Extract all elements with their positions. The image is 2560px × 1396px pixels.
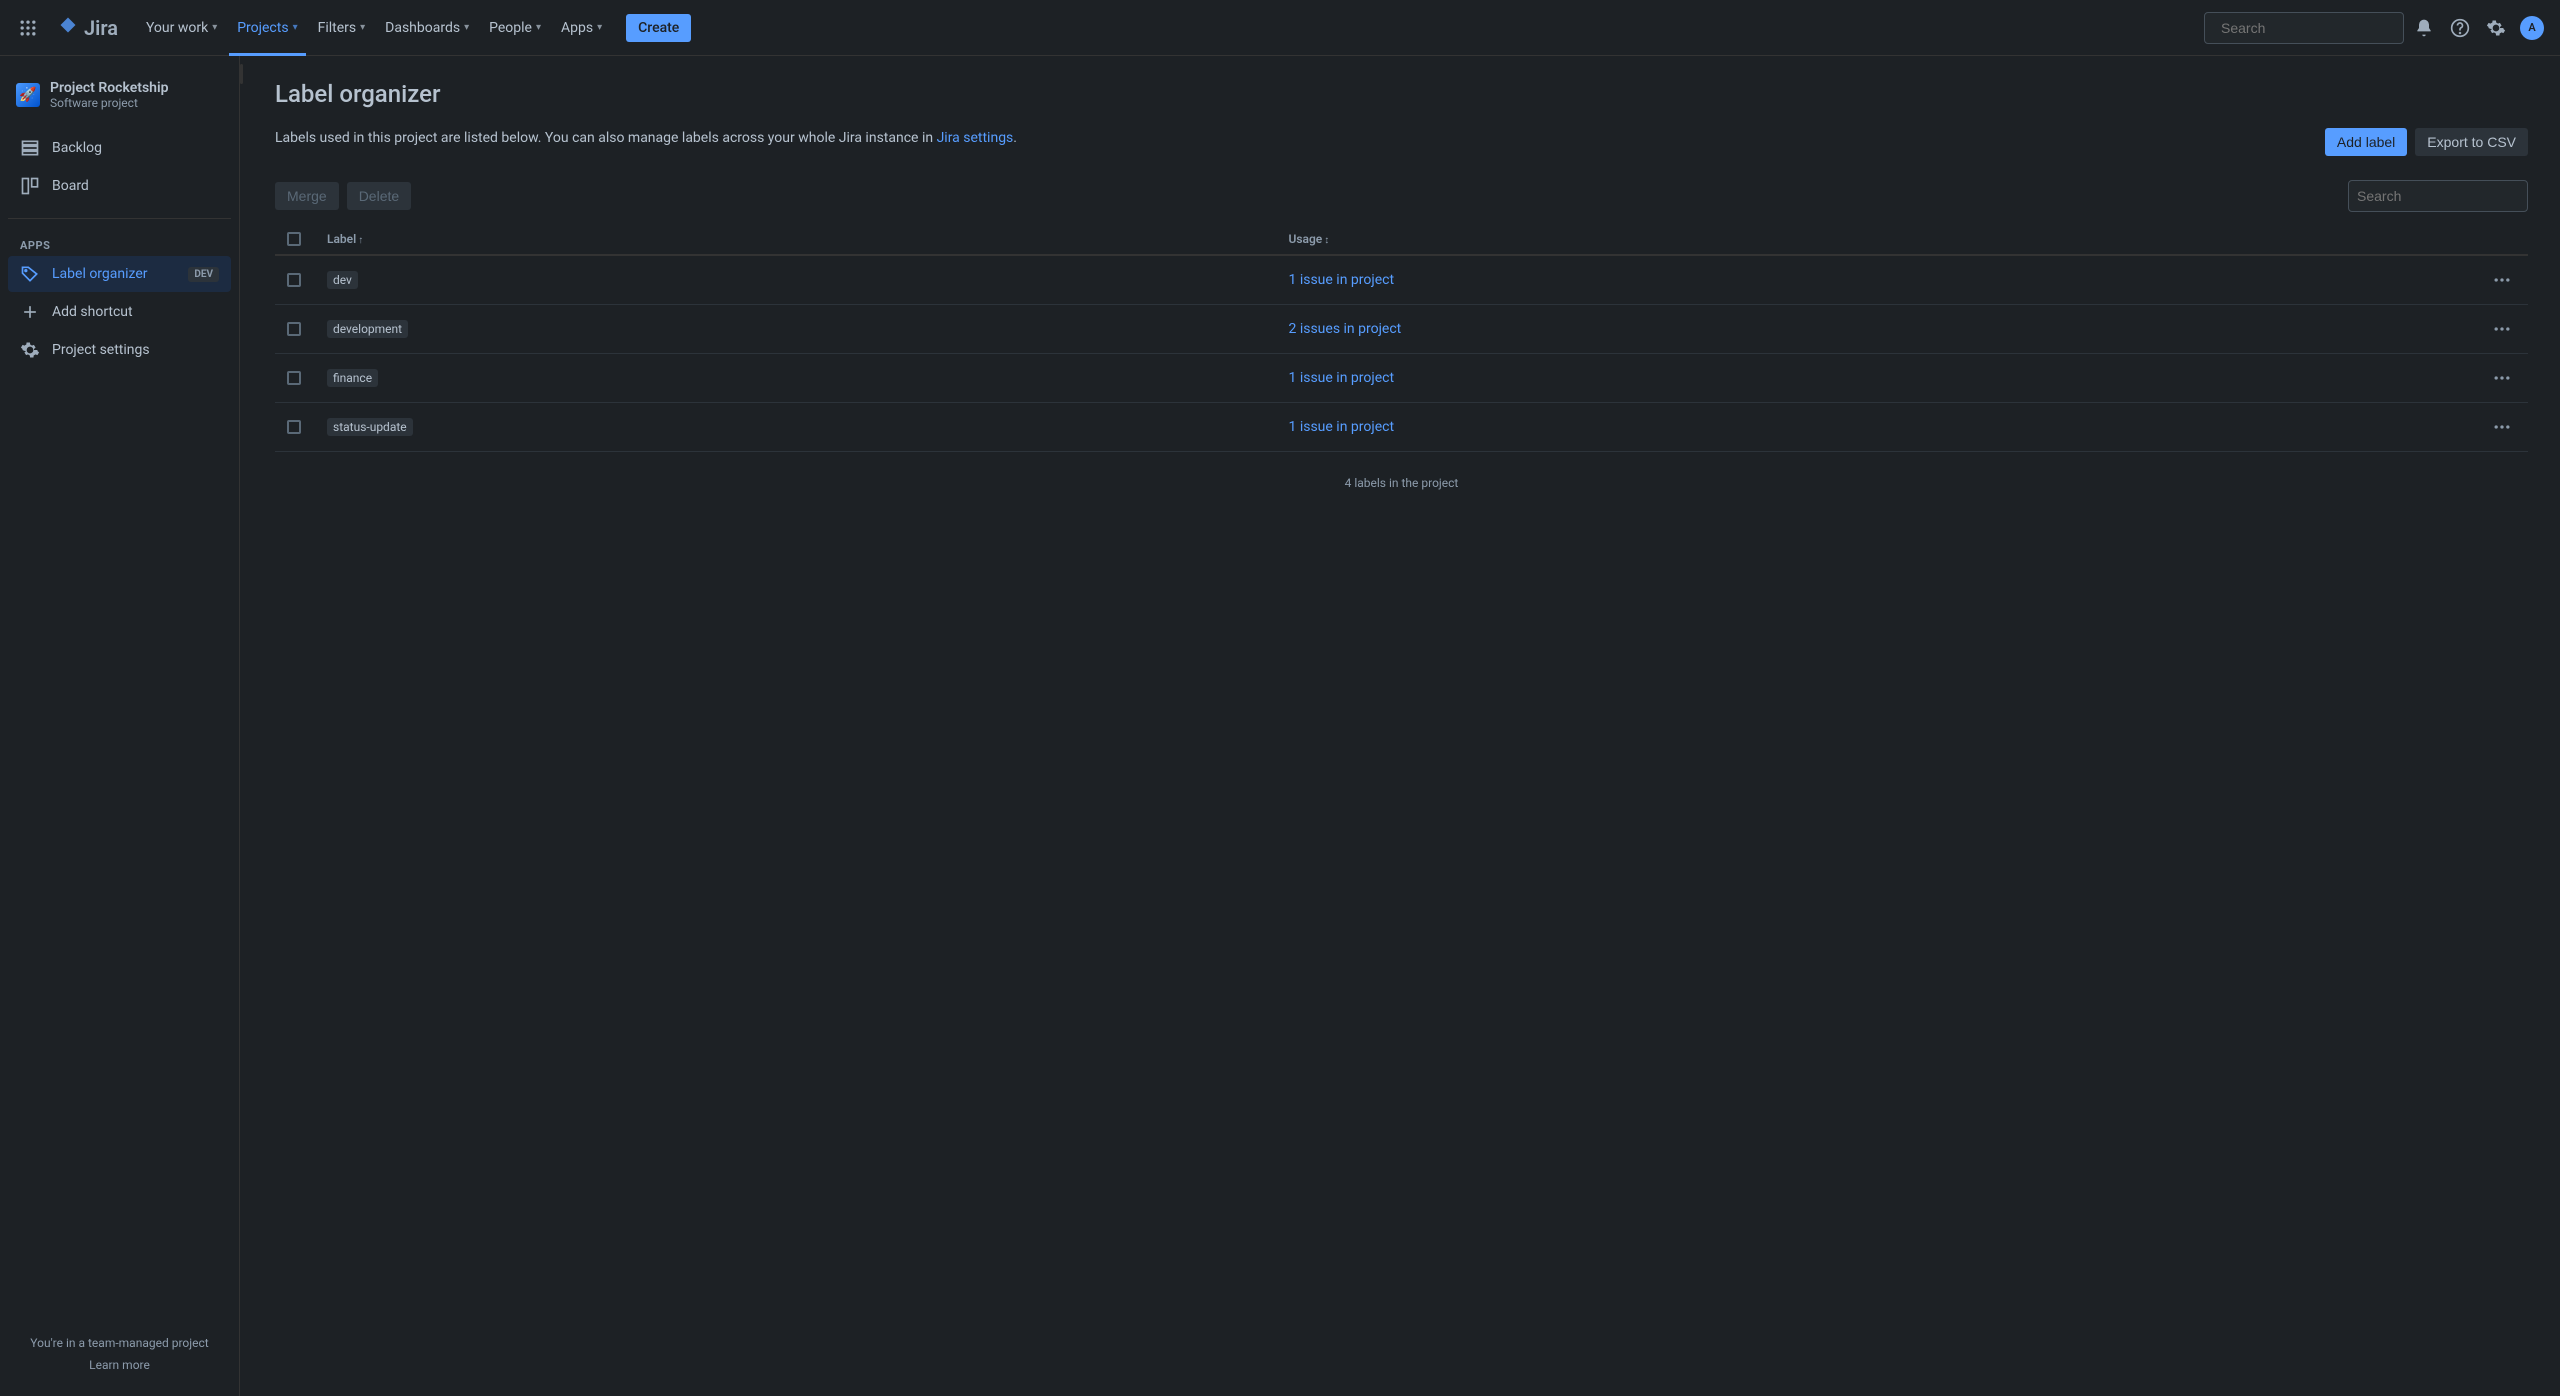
chevron-down-icon: ▾ [212,22,217,33]
project-type: Software project [50,96,168,110]
sidebar-item-add-shortcut[interactable]: Add shortcut [8,294,231,330]
create-button[interactable]: Create [626,14,691,42]
main-content: Label organizer Labels used in this proj… [243,56,2560,1396]
nav-filters[interactable]: Filters▾ [310,14,374,42]
sidebar-item-backlog[interactable]: Backlog [8,130,231,166]
export-csv-button[interactable]: Export to CSV [2415,128,2528,156]
nav-projects[interactable]: Projects▾ [229,14,305,42]
sidebar-item-board[interactable]: Board [8,168,231,204]
divider [8,218,231,219]
table-row: status-update 1 issue in project [275,403,2528,452]
avatar[interactable]: A [2516,12,2548,44]
gear-icon [20,340,40,360]
chevron-down-icon: ▾ [293,22,298,33]
top-nav: Jira Your work▾ Projects▾ Filters▾ Dashb… [0,0,2560,56]
usage-link[interactable]: 1 issue in project [1288,419,1394,435]
column-label[interactable]: Label↑ [315,224,1276,255]
chevron-down-icon: ▾ [597,22,602,33]
label-tag: development [327,320,408,338]
global-search[interactable] [2204,12,2404,44]
sidebar-item-label: Backlog [52,140,102,156]
row-checkbox[interactable] [287,322,301,336]
apps-section-label: APPS [8,231,231,256]
nav-people[interactable]: People▾ [481,14,549,42]
row-more-button[interactable] [2488,266,2516,294]
row-checkbox[interactable] [287,420,301,434]
learn-more-link[interactable]: Learn more [16,1358,223,1372]
logo-text: Jira [84,16,118,40]
select-all-checkbox[interactable] [287,232,301,246]
usage-link[interactable]: 2 issues in project [1288,321,1401,337]
delete-button: Delete [347,182,411,210]
sort-asc-icon: ↑ [358,235,363,246]
row-more-button[interactable] [2488,413,2516,441]
row-checkbox[interactable] [287,273,301,287]
team-managed-text: You're in a team-managed project [16,1336,223,1350]
sidebar-resize-handle[interactable] [240,56,243,1396]
row-checkbox[interactable] [287,371,301,385]
rocket-icon: 🚀 [16,83,40,107]
backlog-icon [20,138,40,158]
table-row: dev 1 issue in project [275,255,2528,305]
column-usage[interactable]: Usage↕ [1276,224,2476,255]
usage-link[interactable]: 1 issue in project [1288,272,1394,288]
nav-apps[interactable]: Apps▾ [553,14,610,42]
add-label-button[interactable]: Add label [2325,128,2407,156]
sort-icon: ↕ [1324,235,1329,246]
nav-right: A [2204,12,2548,44]
settings-icon[interactable] [2480,12,2512,44]
table-footer: 4 labels in the project [275,452,2528,514]
global-search-input[interactable] [2221,20,2402,36]
merge-button: Merge [275,182,339,210]
nav-dashboards[interactable]: Dashboards▾ [377,14,477,42]
table-row: development 2 issues in project [275,305,2528,354]
chevron-down-icon: ▾ [360,22,365,33]
jira-logo[interactable]: Jira [48,16,126,40]
nav-your-work[interactable]: Your work▾ [138,14,225,42]
jira-settings-link[interactable]: Jira settings [937,130,1014,146]
app-switcher-icon[interactable] [12,12,44,44]
usage-link[interactable]: 1 issue in project [1288,370,1394,386]
sidebar-footer: You're in a team-managed project Learn m… [8,1328,231,1380]
page-description: Labels used in this project are listed b… [275,128,1017,149]
label-tag: status-update [327,418,413,436]
sidebar-item-label: Label organizer [52,266,148,282]
label-search-input[interactable] [2357,188,2538,204]
help-icon[interactable] [2444,12,2476,44]
tag-icon [20,264,40,284]
plus-icon [20,302,40,322]
select-all-header [275,224,315,255]
notifications-icon[interactable] [2408,12,2440,44]
sidebar-item-label-organizer[interactable]: Label organizer DEV [8,256,231,292]
project-name: Project Rocketship [50,80,168,96]
nav-items: Your work▾ Projects▾ Filters▾ Dashboards… [138,14,691,42]
row-more-button[interactable] [2488,364,2516,392]
row-more-button[interactable] [2488,315,2516,343]
board-icon [20,176,40,196]
sidebar-item-label: Add shortcut [52,304,133,320]
sidebar-item-label: Project settings [52,342,150,358]
project-header[interactable]: 🚀 Project Rocketship Software project [8,72,231,118]
label-search[interactable] [2348,180,2528,212]
chevron-down-icon: ▾ [536,22,541,33]
label-tag: dev [327,271,358,289]
dev-badge: DEV [188,267,219,282]
sidebar-item-label: Board [52,178,89,194]
table-row: finance 1 issue in project [275,354,2528,403]
chevron-down-icon: ▾ [464,22,469,33]
label-tag: finance [327,369,378,387]
sidebar: 🚀 Project Rocketship Software project Ba… [0,56,240,1396]
page-title: Label organizer [275,80,2528,108]
labels-table: Label↑ Usage↕ dev 1 issue in project dev… [275,224,2528,452]
column-actions [2476,224,2528,255]
sidebar-item-project-settings[interactable]: Project settings [8,332,231,368]
